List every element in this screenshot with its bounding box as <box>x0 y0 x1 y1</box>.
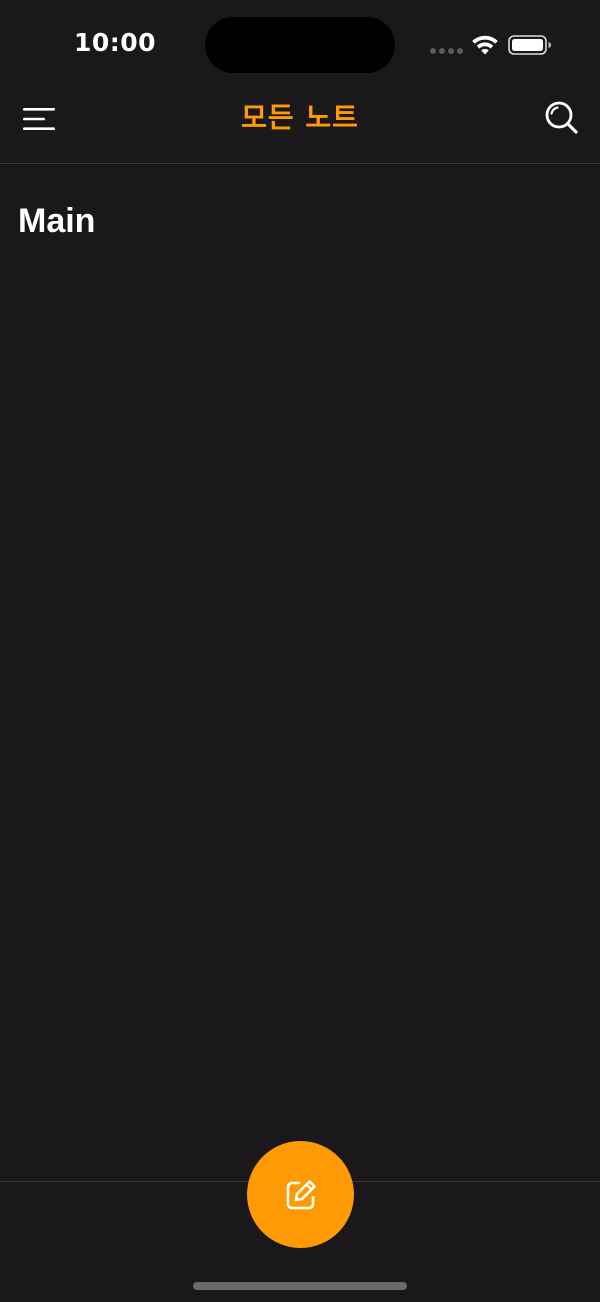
compose-note-icon <box>286 1179 316 1209</box>
search-button[interactable] <box>540 96 584 140</box>
cellular-signal-icon <box>430 48 463 54</box>
menu-button[interactable] <box>18 98 60 140</box>
status-bar: 10:00 <box>0 0 600 90</box>
compose-button[interactable] <box>247 1141 354 1248</box>
dynamic-island <box>205 17 395 73</box>
folder-title: Main <box>18 202 96 240</box>
search-icon <box>545 101 578 134</box>
navigation-bar: 모든 노트 <box>0 90 600 164</box>
hamburger-menu-icon <box>23 108 55 130</box>
battery-icon <box>508 35 551 55</box>
page-title: 모든 노트 <box>241 101 359 134</box>
home-indicator[interactable] <box>193 1282 407 1290</box>
screen: 10:00 모든 노트 Main <box>0 0 600 1302</box>
status-time: 10:00 <box>74 28 157 57</box>
wifi-icon <box>472 35 498 55</box>
